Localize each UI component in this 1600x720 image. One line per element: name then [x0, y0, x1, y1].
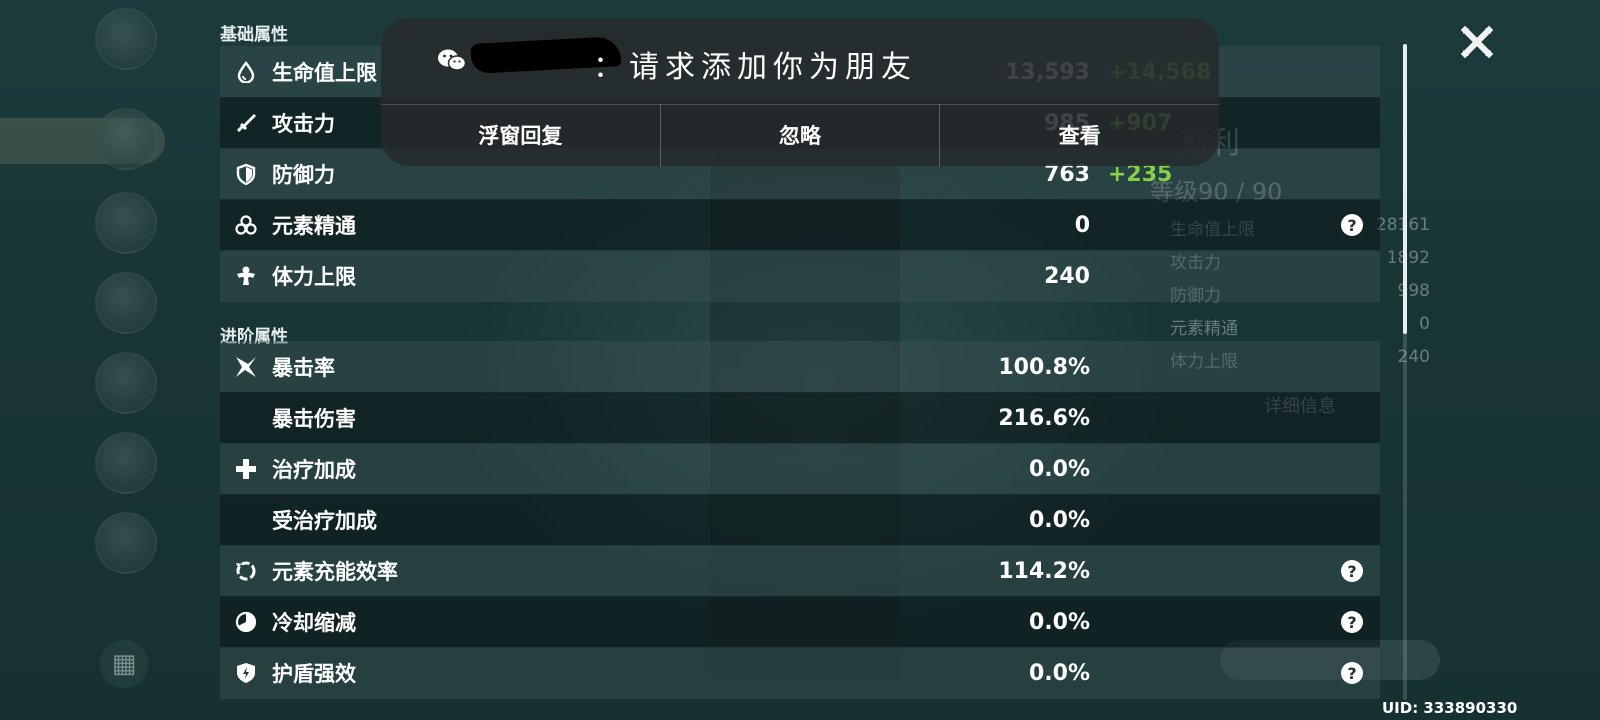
stat-row: 暴击伤害 216.6%	[220, 392, 1380, 444]
sidebar-avatar[interactable]	[95, 272, 157, 334]
stat-icon-placeholder	[220, 494, 272, 546]
ignore-button[interactable]: 忽略	[659, 104, 940, 166]
healing-cross-icon	[220, 443, 272, 495]
background-stat-label: 元素精通	[1170, 319, 1238, 339]
friend-request-notification[interactable]: ：请求添加你为朋友 浮窗回复 忽略 查看	[381, 18, 1219, 166]
stat-value: 216.6%	[998, 405, 1090, 431]
stat-row: 元素充能效率 114.2%?	[220, 545, 1380, 597]
uid-label: UID: 333890330	[1382, 699, 1518, 717]
stat-row: 暴击率 100.8%	[220, 341, 1380, 393]
sidebar-avatar[interactable]	[95, 8, 157, 70]
stat-row: 冷却缩减 0.0%?	[220, 596, 1380, 648]
stat-value: 100.8%	[998, 354, 1090, 380]
stat-value: 114.2%	[998, 558, 1090, 584]
sidebar-avatar[interactable]	[95, 108, 157, 170]
stat-value: 0.0%	[1028, 609, 1090, 635]
energy-recharge-icon	[220, 545, 272, 597]
stat-label: 元素精通	[272, 214, 356, 238]
stat-value: 240	[1044, 263, 1090, 289]
view-button[interactable]: 查看	[939, 104, 1219, 166]
stat-row: 护盾强效 0.0%?	[220, 647, 1380, 699]
float-reply-button[interactable]: 浮窗回复	[381, 104, 660, 166]
help-icon[interactable]: ?	[1341, 662, 1363, 684]
notification-header: ：请求添加你为朋友	[381, 18, 1219, 105]
stat-row: 受治疗加成 0.0%	[220, 494, 1380, 546]
stat-icon-placeholder	[220, 392, 272, 444]
background-stat-value: 0	[1419, 314, 1430, 334]
stat-label: 护盾强效	[272, 662, 356, 686]
stat-row: 体力上限 240	[220, 250, 1380, 302]
scrollbar-thumb[interactable]	[1403, 44, 1407, 334]
grid-menu-button[interactable]: ▦	[100, 640, 148, 688]
stat-label: 治疗加成	[272, 458, 356, 482]
sidebar-avatar[interactable]	[95, 432, 157, 494]
stat-label: 元素充能效率	[272, 560, 398, 584]
attack-sword-icon	[220, 97, 272, 149]
stat-label: 受治疗加成	[272, 509, 377, 533]
sidebar-avatar[interactable]	[95, 192, 157, 254]
stat-value: 0.0%	[1028, 456, 1090, 482]
elemental-mastery-icon	[220, 199, 272, 251]
stat-value: 0.0%	[1028, 660, 1090, 686]
stat-value: 0	[1074, 212, 1090, 238]
stat-row: 元素精通 0?	[220, 199, 1380, 251]
stat-label: 冷却缩减	[272, 611, 356, 635]
help-icon[interactable]: ?	[1341, 214, 1363, 236]
stamina-icon	[220, 250, 272, 302]
notification-message: ：请求添加你为朋友	[593, 50, 917, 85]
stat-label: 体力上限	[272, 265, 356, 289]
defense-shield-icon	[220, 148, 272, 200]
stat-label: 暴击伤害	[272, 407, 356, 431]
background-stat-row: 元素精通 0	[1170, 314, 1430, 339]
notification-actions: 浮窗回复 忽略 查看	[381, 104, 1219, 166]
section-header-base: 基础属性	[220, 25, 288, 45]
hp-drop-icon	[220, 46, 272, 98]
help-icon[interactable]: ?	[1341, 611, 1363, 633]
stat-row: 治疗加成 0.0%	[220, 443, 1380, 495]
crit-rate-icon	[220, 341, 272, 393]
close-button[interactable]	[1457, 22, 1497, 62]
close-icon	[1460, 25, 1494, 59]
background-stat-value: 1892	[1386, 248, 1430, 268]
grid-icon: ▦	[111, 649, 137, 679]
stat-label: 暴击率	[272, 356, 335, 380]
character-sidebar: ▦	[0, 0, 190, 720]
shield-strength-icon	[220, 647, 272, 699]
help-icon[interactable]: ?	[1341, 560, 1363, 582]
stat-value: 0.0%	[1028, 507, 1090, 533]
sidebar-avatar[interactable]	[95, 352, 157, 414]
cooldown-icon	[220, 596, 272, 648]
wechat-icon	[438, 49, 467, 71]
sidebar-avatar[interactable]	[95, 512, 157, 574]
